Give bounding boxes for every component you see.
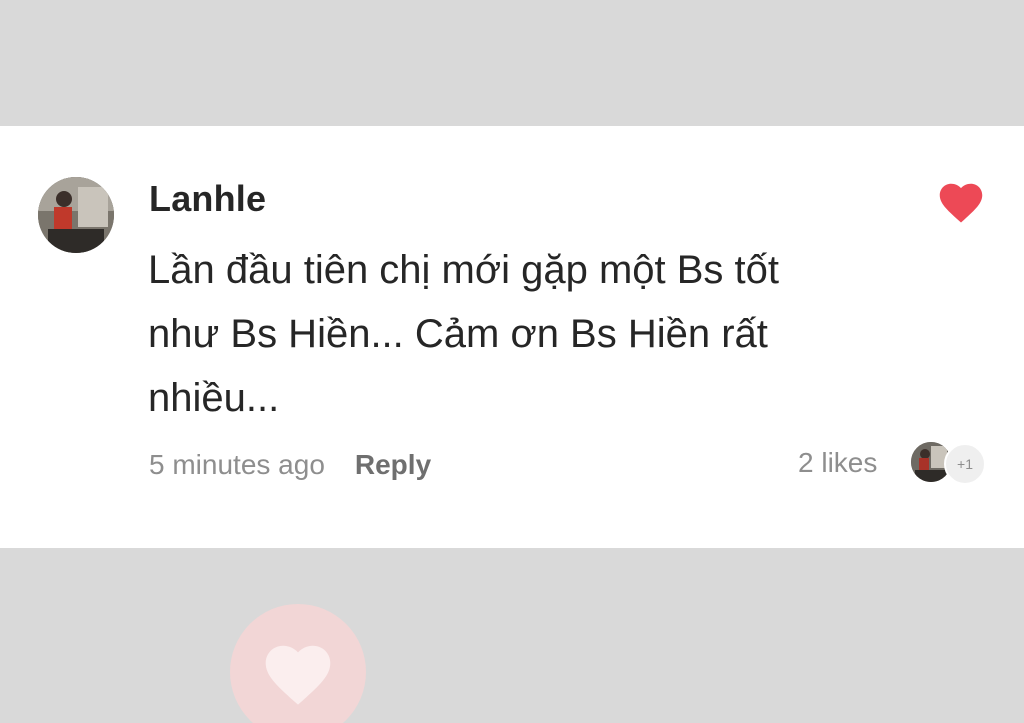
timestamp: 5 minutes ago xyxy=(149,449,325,480)
comment-meta: 5 minutes ago Reply xyxy=(149,445,431,485)
comment-screen: Lanhle Lần đầu tiên chị mới gặp một Bs t… xyxy=(0,0,1024,723)
comment-line: như Bs Hiền... Cảm ơn Bs Hiền rất xyxy=(148,312,768,356)
avatar[interactable] xyxy=(38,177,114,253)
heart-icon[interactable] xyxy=(936,178,986,224)
likes-count[interactable]: 2 likes xyxy=(798,447,877,479)
author-name[interactable]: Lanhle xyxy=(149,178,266,220)
heart-icon xyxy=(230,604,366,723)
comment-line: Lần đầu tiên chị mới gặp một Bs tốt xyxy=(148,248,780,292)
comment-line: nhiều... xyxy=(148,376,280,420)
likers-stack[interactable]: +1 xyxy=(910,441,986,485)
more-likers-badge: +1 xyxy=(944,443,986,485)
reply-button[interactable]: Reply xyxy=(355,449,431,481)
comment-text: Lần đầu tiên chị mới gặp một Bs tốt như … xyxy=(148,238,908,430)
